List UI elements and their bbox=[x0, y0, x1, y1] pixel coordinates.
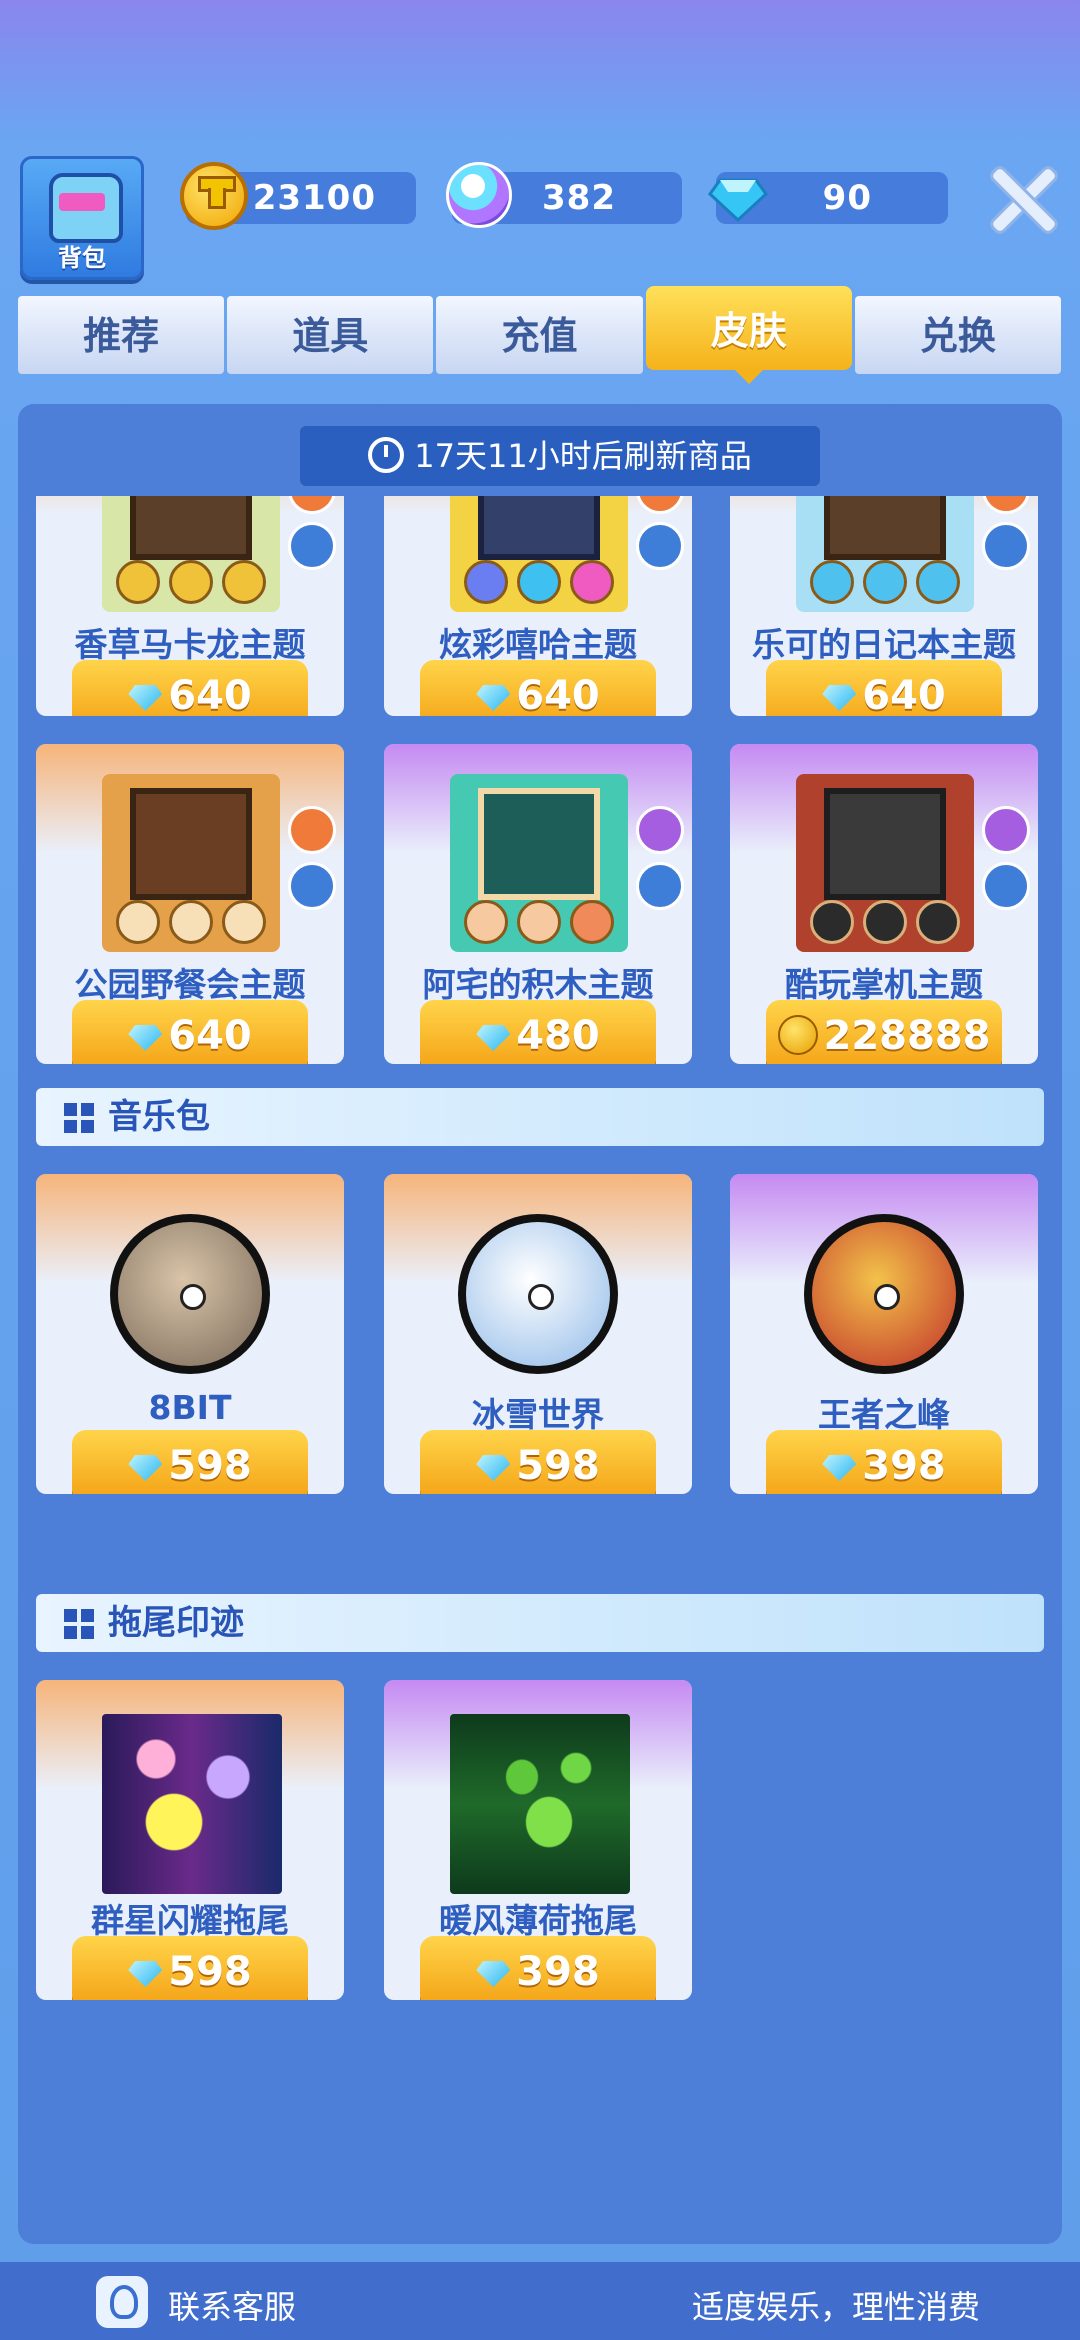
theme-name: 酷玩掌机主题 bbox=[785, 965, 983, 1004]
customer-service-link[interactable]: 联系客服 bbox=[168, 2282, 296, 2328]
theme-name: 阿宅的积木主题 bbox=[422, 965, 654, 1004]
buy-button[interactable]: 598 bbox=[72, 1936, 308, 2000]
buy-button[interactable]: 640 bbox=[72, 660, 308, 716]
music-name: 冰雪世界 bbox=[472, 1395, 604, 1434]
clock-icon bbox=[368, 437, 405, 473]
buy-button[interactable]: 598 bbox=[72, 1430, 308, 1494]
diamond-icon bbox=[476, 1025, 511, 1051]
gold-coin-icon bbox=[777, 1015, 818, 1055]
section-header-trail: 拖尾印迹 bbox=[36, 1594, 1044, 1652]
theme-card[interactable]: 炫彩嘻哈主题 640 bbox=[384, 496, 692, 716]
music-disc-icon bbox=[110, 1214, 270, 1374]
theme-card[interactable]: 乐可的日记本主题 640 bbox=[730, 496, 1038, 716]
diamond-icon bbox=[708, 178, 768, 223]
refresh-timer: 17天11小时后刷新商品 bbox=[300, 426, 820, 486]
music-name: 王者之峰 bbox=[818, 1395, 950, 1434]
theme-card[interactable]: 酷玩掌机主题 228888 bbox=[730, 744, 1038, 1064]
theme-name: 公园野餐会主题 bbox=[74, 965, 306, 1004]
bag-button[interactable]: 背包 bbox=[20, 156, 144, 280]
theme-thumbnail bbox=[450, 496, 628, 612]
tab-recharge[interactable]: 充值 bbox=[436, 296, 643, 374]
buy-button[interactable]: 640 bbox=[766, 660, 1002, 716]
section-header-music: 音乐包 bbox=[36, 1088, 1044, 1146]
theme-thumbnail bbox=[450, 774, 628, 952]
trail-card[interactable]: 暖风薄荷拖尾 398 bbox=[384, 1680, 692, 2000]
theme-name: 炫彩嘻哈主题 bbox=[439, 625, 637, 664]
music-disc-icon bbox=[804, 1214, 964, 1374]
bag-label: 背包 bbox=[58, 244, 106, 272]
diamond-icon bbox=[128, 1025, 163, 1051]
buy-button[interactable]: 640 bbox=[420, 660, 656, 716]
gold-coin-icon bbox=[180, 162, 248, 230]
upgrade-icon bbox=[982, 806, 1030, 854]
gold-value: 23100 bbox=[252, 178, 376, 218]
diamond-icon bbox=[822, 685, 857, 711]
buy-button[interactable]: 398 bbox=[766, 1430, 1002, 1494]
customer-service-icon[interactable] bbox=[96, 2276, 148, 2328]
music-disc-icon bbox=[458, 1214, 618, 1374]
theme-card[interactable]: 阿宅的积木主题 480 bbox=[384, 744, 692, 1064]
upgrade-icon bbox=[982, 496, 1030, 514]
upgrade-icon bbox=[636, 806, 684, 854]
orb-counter[interactable]: 382 bbox=[446, 162, 682, 228]
footer-bar: 联系客服 适度娱乐，理性消费 bbox=[0, 2262, 1080, 2340]
orb-icon bbox=[446, 162, 512, 228]
theme-name: 香草马卡龙主题 bbox=[74, 625, 306, 664]
music-name: 8BIT bbox=[148, 1388, 232, 1427]
music-card[interactable]: 王者之峰 398 bbox=[730, 1174, 1038, 1494]
diamond-value: 90 bbox=[822, 178, 872, 218]
buy-button[interactable]: 398 bbox=[420, 1936, 656, 2000]
theme-thumbnail bbox=[102, 774, 280, 952]
diamond-icon bbox=[128, 1961, 163, 1987]
top-bar: 背包 23100 382 90 bbox=[0, 150, 1080, 280]
buy-button[interactable]: 480 bbox=[420, 1000, 656, 1064]
diamond-icon bbox=[476, 1455, 511, 1481]
diamond-counter[interactable]: 90 bbox=[708, 172, 948, 224]
diamond-icon bbox=[476, 685, 511, 711]
buy-button[interactable]: 640 bbox=[72, 1000, 308, 1064]
tab-exchange[interactable]: 兑换 bbox=[854, 296, 1062, 374]
music-card[interactable]: 冰雪世界 598 bbox=[384, 1174, 692, 1494]
exp-icon bbox=[288, 862, 336, 910]
upgrade-icon bbox=[288, 806, 336, 854]
trail-name: 群星闪耀拖尾 bbox=[91, 1901, 289, 1940]
orb-value: 382 bbox=[542, 178, 616, 218]
theme-card[interactable]: 公园野餐会主题 640 bbox=[36, 744, 344, 1064]
theme-thumbnail bbox=[102, 496, 280, 612]
grid-icon bbox=[64, 1103, 94, 1133]
tab-skins[interactable]: 皮肤 bbox=[645, 286, 852, 384]
trail-name: 暖风薄荷拖尾 bbox=[439, 1901, 637, 1940]
exp-icon bbox=[636, 522, 684, 570]
exp-icon bbox=[636, 862, 684, 910]
shop-panel: 17天11小时后刷新商品 香草马卡龙主题 640 炫彩嘻哈主题 640 乐可的日… bbox=[18, 404, 1062, 2244]
shop-scroll-area[interactable]: 香草马卡龙主题 640 炫彩嘻哈主题 640 乐可的日记本主题 640 公园野餐… bbox=[18, 496, 1062, 2236]
diamond-icon bbox=[476, 1961, 511, 1987]
theme-name: 乐可的日记本主题 bbox=[752, 625, 1016, 664]
diamond-icon bbox=[128, 1455, 163, 1481]
close-icon[interactable] bbox=[988, 164, 1058, 234]
leaf-trail-thumbnail bbox=[450, 1714, 630, 1894]
exp-icon bbox=[288, 522, 336, 570]
upgrade-icon bbox=[288, 496, 336, 514]
trail-card[interactable]: 群星闪耀拖尾 598 bbox=[36, 1680, 344, 2000]
exp-icon bbox=[982, 522, 1030, 570]
theme-card[interactable]: 香草马卡龙主题 640 bbox=[36, 496, 344, 716]
theme-thumbnail bbox=[796, 496, 974, 612]
buy-button[interactable]: 228888 bbox=[766, 1000, 1002, 1064]
music-card[interactable]: 8BIT 598 bbox=[36, 1174, 344, 1494]
upgrade-icon bbox=[982, 862, 1030, 910]
tab-recommend[interactable]: 推荐 bbox=[18, 296, 225, 374]
upgrade-icon bbox=[636, 496, 684, 514]
gold-counter[interactable]: 23100 bbox=[180, 162, 416, 230]
tab-items[interactable]: 道具 bbox=[227, 296, 434, 374]
theme-thumbnail bbox=[796, 774, 974, 952]
diamond-icon bbox=[822, 1455, 857, 1481]
diamond-icon bbox=[128, 685, 163, 711]
tab-bar: 推荐 道具 充值 皮肤 兑换 bbox=[18, 286, 1064, 384]
grid-icon bbox=[64, 1609, 94, 1639]
buy-button[interactable]: 598 bbox=[420, 1430, 656, 1494]
star-trail-thumbnail bbox=[102, 1714, 282, 1894]
footer-slogan: 适度娱乐，理性消费 bbox=[691, 2288, 980, 2326]
